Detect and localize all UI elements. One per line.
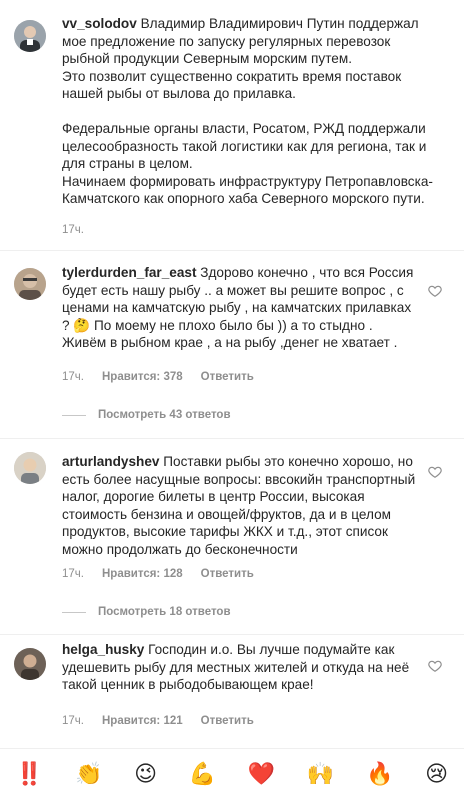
reply-button[interactable]: Ответить (201, 371, 254, 383)
view-replies-label: Посмотреть 43 ответов (98, 409, 231, 421)
flexed-biceps-emoji-icon[interactable]: 💪 (189, 764, 216, 786)
comment-meta: 17ч. Нравится: 121 Ответить (62, 715, 254, 727)
comment-text: tylerdurden_far_east Здорово конечно , ч… (62, 264, 420, 352)
crying-face-emoji-icon[interactable]: 😢 (425, 764, 448, 786)
divider (0, 438, 464, 439)
view-replies-button[interactable]: Посмотреть 43 ответов (62, 409, 231, 421)
comment-likes[interactable]: Нравится: 121 (102, 715, 183, 727)
comment-meta: 17ч. Нравится: 378 Ответить (62, 371, 254, 383)
comment-text: helga_husky Господин и.о. Вы лучше подум… (62, 641, 420, 694)
like-heart-icon[interactable] (428, 284, 442, 298)
comment-likes[interactable]: Нравится: 128 (102, 568, 183, 580)
avatar[interactable] (14, 20, 46, 52)
fire-emoji-icon[interactable]: 🔥 (366, 764, 393, 786)
avatar[interactable] (14, 452, 46, 484)
divider (0, 634, 464, 635)
comment-text: arturlandyshev Поставки рыбы это конечно… (62, 453, 420, 559)
divider (0, 250, 464, 251)
clapping-hands-emoji-icon[interactable]: 👏 (75, 764, 102, 786)
avatar-image-icon (14, 268, 46, 300)
view-replies-label: Посмотреть 18 ответов (98, 606, 231, 618)
comment-body: Поставки рыбы это конечно хорошо, но ест… (62, 454, 416, 557)
comment-username[interactable]: tylerdurden_far_east (62, 265, 196, 280)
like-heart-icon[interactable] (428, 465, 442, 479)
like-heart-icon[interactable] (428, 659, 442, 673)
avatar[interactable] (14, 268, 46, 300)
comment-username[interactable]: arturlandyshev (62, 454, 159, 469)
emoji-reaction-bar: ‼️ 👏 😉 💪 ❤️ 🙌 🔥 😢 (0, 748, 464, 801)
avatar-image-icon (14, 20, 46, 52)
reply-button[interactable]: Ответить (201, 715, 254, 727)
post-text: vv_solodov Владимир Владимирович Путин п… (62, 15, 434, 208)
view-replies-button[interactable]: Посмотреть 18 ответов (62, 606, 231, 618)
comment-time: 17ч. (62, 371, 84, 383)
comment-username[interactable]: helga_husky (62, 642, 144, 657)
replies-line (62, 414, 86, 416)
replies-line (62, 611, 86, 613)
winking-face-emoji-icon[interactable]: 😉 (134, 764, 157, 786)
post-paragraph-2: Федеральные органы власти, Росатом, РЖД … (62, 120, 433, 207)
red-heart-emoji-icon[interactable]: ❤️ (248, 764, 275, 786)
double-exclamation-emoji-icon[interactable]: ‼️ (16, 764, 43, 786)
post-username[interactable]: vv_solodov (62, 16, 137, 31)
comment-time: 17ч. (62, 715, 84, 727)
reply-button[interactable]: Ответить (201, 568, 254, 580)
avatar-image-icon (14, 452, 46, 484)
comment-likes[interactable]: Нравится: 378 (102, 371, 183, 383)
avatar-image-icon (14, 648, 46, 680)
comment-meta: 17ч. Нравится: 128 Ответить (62, 568, 254, 580)
post-time: 17ч. (62, 224, 84, 236)
raising-hands-emoji-icon[interactable]: 🙌 (307, 764, 334, 786)
comment-time: 17ч. (62, 568, 84, 580)
post-meta: 17ч. (62, 224, 84, 236)
avatar[interactable] (14, 648, 46, 680)
